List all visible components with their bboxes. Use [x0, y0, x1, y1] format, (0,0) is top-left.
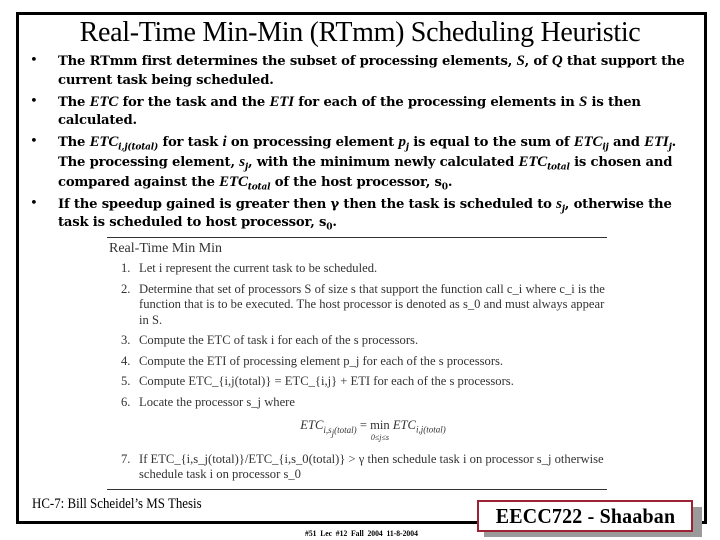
algorithm-step: 7. If ETC_{i,s_j(total)}/ETC_{i,s_0(total… — [121, 451, 604, 482]
algorithm-steps: 1. Let i represent the current task to be… — [121, 261, 607, 488]
bullet-icon: • — [30, 195, 38, 211]
slide-info: #51 Lec #12 Fall 2004 11-8-2004 — [305, 528, 418, 538]
bullet-item: • The ETC for the task and the ETI for e… — [30, 93, 641, 129]
algorithm-step: 6. Locate the processor s_j where ETCi,sj… — [121, 395, 607, 442]
figure-top-rule — [107, 237, 607, 238]
course-badge: EECC722 - Shaaban — [477, 500, 693, 532]
bullet-item: • The RTmm first determines the subset o… — [30, 53, 685, 88]
bullet-item: • The ETCi,j(total) for task i on proces… — [30, 134, 677, 193]
algorithm-step: 2. Determine that set of processors S of … — [121, 281, 605, 327]
figure-bottom-rule — [107, 489, 607, 490]
algorithm-step: 4. Compute the ETI of processing element … — [121, 353, 504, 368]
source-citation: HC-7: Bill Scheidel’s MS Thesis — [32, 496, 202, 512]
bullet-item: • If the speedup gained is greater then … — [30, 195, 672, 234]
slide-title: Real-Time Min-Min (RTmm) Scheduling Heur… — [79, 17, 641, 48]
bullet-icon: • — [30, 134, 38, 150]
algorithm-step: 3. Compute the ETC of task i for each of … — [121, 333, 419, 347]
bullet-icon: • — [30, 93, 38, 109]
algorithm-step: 1. Let i represent the current task to be… — [121, 261, 378, 275]
algorithm-figure: Real-Time Min Min 1. Let i represent the … — [107, 237, 607, 490]
bullet-list: • The RTmm first determines the subset o… — [30, 52, 690, 233]
figure-title: Real-Time Min Min — [109, 241, 223, 256]
gamma-symbol: γ — [330, 196, 340, 212]
algorithm-step: 5. Compute ETC_{i,j(total)} = ETC_{i,j} +… — [121, 374, 514, 388]
min-equation: ETCi,sj(total) = min 0≤j≤s ETCi,j(total) — [300, 418, 446, 442]
bullet-icon: • — [30, 53, 38, 68]
